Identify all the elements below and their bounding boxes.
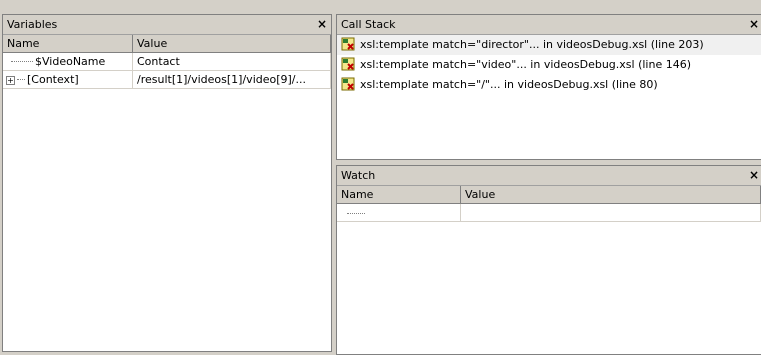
variables-pane: Variables × Name Value $VideoName Contac… <box>2 14 332 352</box>
tree-line-icon <box>17 79 25 81</box>
callstack-label: xsl:template match="video"... in videosD… <box>360 58 692 71</box>
variables-close-icon[interactable]: × <box>317 15 327 34</box>
callstack-close-icon[interactable]: × <box>749 15 759 34</box>
callstack-title: Call Stack <box>341 18 396 31</box>
variable-value-cell: /result[1]/videos[1]/video[9]/... <box>133 71 331 88</box>
variables-title: Variables <box>7 18 58 31</box>
empty-entry-dots <box>347 212 365 214</box>
variable-name-cell: + [Context] <box>3 71 133 88</box>
callstack-item[interactable]: xsl:template match="director"... in vide… <box>337 35 761 55</box>
variable-row[interactable]: $VideoName Contact <box>3 53 331 71</box>
variables-col-value[interactable]: Value <box>133 35 331 52</box>
watch-close-icon[interactable]: × <box>749 166 759 185</box>
variable-name: $VideoName <box>35 55 106 68</box>
variable-value-cell: Contact <box>133 53 331 70</box>
xsl-template-icon <box>341 37 355 51</box>
watch-col-value[interactable]: Value <box>461 186 761 203</box>
callstack-pane: Call Stack × xsl:template match="directo… <box>336 14 761 160</box>
watch-titlebar: Watch × <box>337 166 761 186</box>
callstack-titlebar: Call Stack × <box>337 15 761 35</box>
variables-column-header: Name Value <box>3 35 331 53</box>
watch-empty-row[interactable] <box>337 204 761 222</box>
callstack-item[interactable]: xsl:template match="/"... in videosDebug… <box>337 75 761 95</box>
callstack-item[interactable]: xsl:template match="video"... in videosD… <box>337 55 761 75</box>
watch-pane: Watch × Name Value <box>336 165 761 355</box>
plus-expander-icon[interactable]: + <box>6 75 15 85</box>
variables-titlebar: Variables × <box>3 15 331 35</box>
watch-name-cell[interactable] <box>337 204 461 221</box>
tree-line-icon <box>11 61 33 63</box>
watch-col-name[interactable]: Name <box>337 186 461 203</box>
variable-name: [Context] <box>27 73 79 86</box>
variables-col-name[interactable]: Name <box>3 35 133 52</box>
watch-value-cell[interactable] <box>461 204 761 221</box>
variable-row[interactable]: + [Context] /result[1]/videos[1]/video[9]… <box>3 71 331 89</box>
xsl-template-icon <box>341 57 355 71</box>
watch-title: Watch <box>341 169 376 182</box>
watch-column-header: Name Value <box>337 186 761 204</box>
variable-name-cell: $VideoName <box>3 53 133 70</box>
callstack-label: xsl:template match="director"... in vide… <box>360 38 704 51</box>
xsl-template-icon <box>341 77 355 91</box>
callstack-label: xsl:template match="/"... in videosDebug… <box>360 78 658 91</box>
